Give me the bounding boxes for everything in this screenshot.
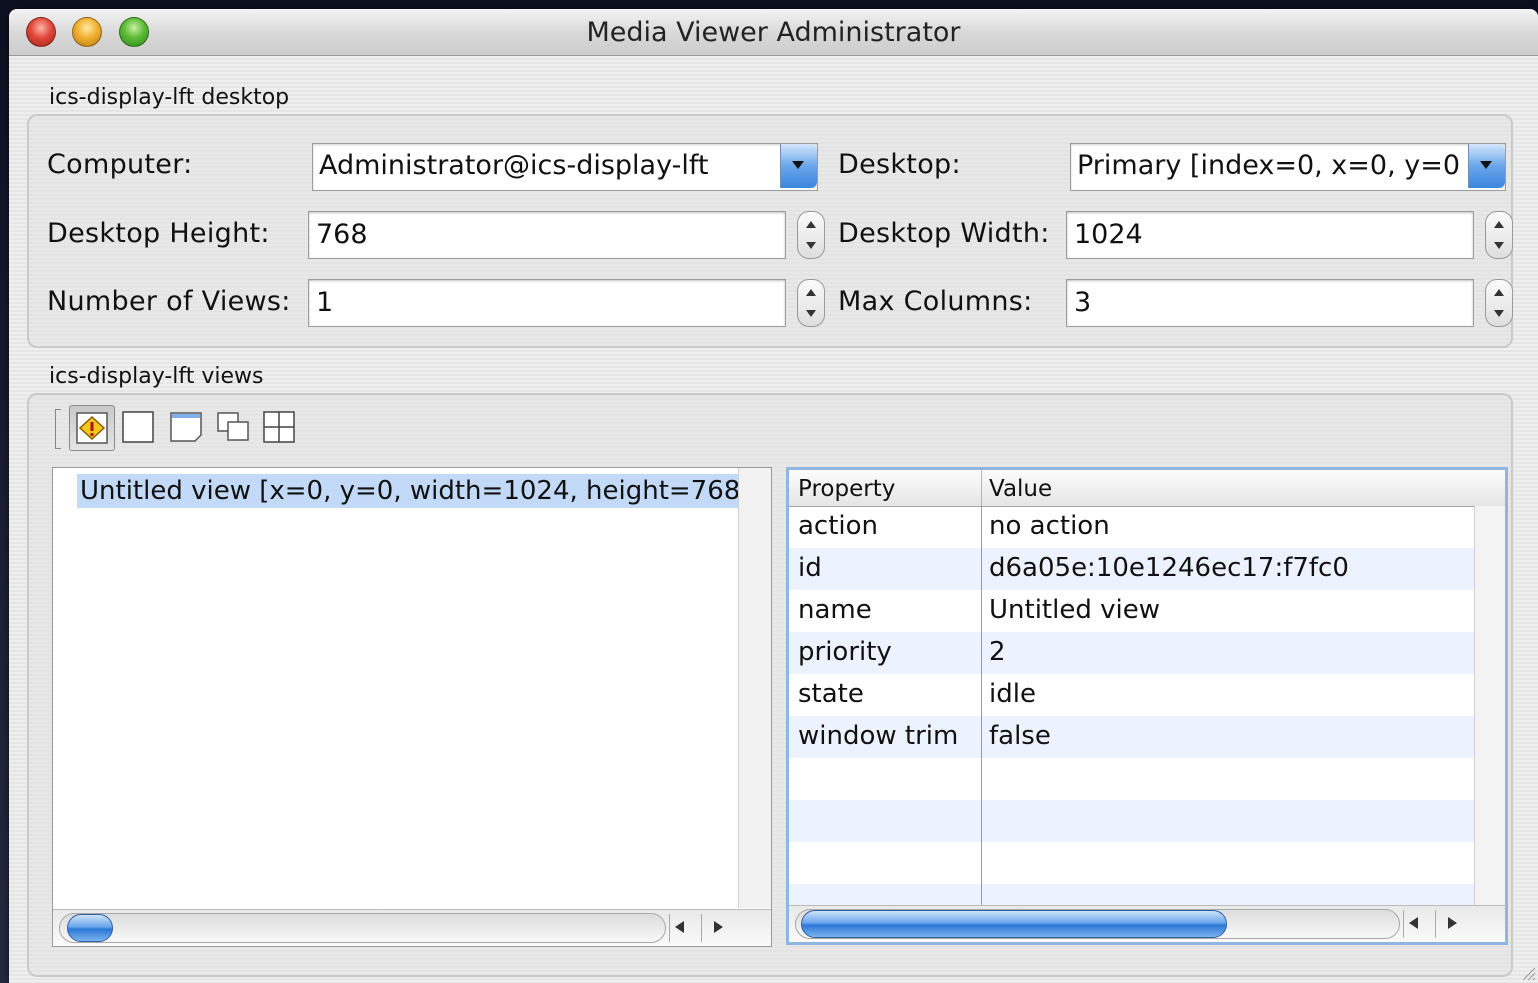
- table-row[interactable]: name Untitled view: [789, 590, 1474, 632]
- vertical-scrollbar-track[interactable]: [1474, 506, 1505, 910]
- max-columns-stepper[interactable]: [1485, 279, 1513, 327]
- value-column-header[interactable]: Value: [989, 476, 1052, 502]
- grid-views-icon[interactable]: [257, 405, 301, 449]
- empty-table-row: [789, 842, 1474, 884]
- title-bar[interactable]: Media Viewer Administrator: [9, 9, 1538, 56]
- window-view-icon[interactable]: [163, 405, 207, 449]
- scrollbar-track[interactable]: [59, 913, 666, 943]
- window-title: Media Viewer Administrator: [586, 17, 961, 48]
- desktop-combo[interactable]: Primary [index=0, x=0, y=0: [1070, 143, 1506, 191]
- table-row[interactable]: action no action: [789, 506, 1474, 548]
- value-cell[interactable]: 2: [989, 637, 1006, 667]
- warning-view-icon[interactable]: [69, 405, 115, 451]
- value-cell[interactable]: idle: [989, 679, 1036, 709]
- chevron-down-icon[interactable]: [1468, 144, 1505, 188]
- column-divider: [981, 506, 982, 910]
- value-cell[interactable]: no action: [989, 511, 1110, 541]
- max-columns-value: 3: [1074, 287, 1092, 318]
- property-cell: name: [798, 595, 872, 625]
- property-cell: id: [798, 553, 822, 583]
- max-columns-label: Max Columns:: [838, 286, 1033, 317]
- main-window: Media Viewer Administrator ics-display-l…: [9, 9, 1538, 983]
- property-cell: state: [798, 679, 864, 709]
- table-row[interactable]: window trim false: [789, 716, 1474, 758]
- number-of-views-field[interactable]: 1: [308, 279, 786, 327]
- overlap-views-icon[interactable]: [210, 405, 254, 449]
- horizontal-scrollbar[interactable]: [789, 905, 1505, 942]
- views-list[interactable]: Untitled view [x=0, y=0, width=1024, hei…: [52, 467, 772, 947]
- computer-combo-value: Administrator@ics-display-lft: [319, 150, 709, 181]
- desktop-width-field[interactable]: 1024: [1066, 211, 1474, 259]
- desktop-height-label: Desktop Height:: [47, 218, 270, 249]
- vertical-scrollbar-track[interactable]: [738, 468, 771, 908]
- value-cell[interactable]: false: [989, 721, 1051, 751]
- scroll-left-arrow-icon[interactable]: [675, 921, 684, 933]
- scrollbar-thumb[interactable]: [67, 914, 113, 942]
- property-column-header[interactable]: Property: [798, 476, 895, 502]
- max-columns-field[interactable]: 3: [1066, 279, 1474, 327]
- property-table[interactable]: Property Value action no action id d6a05…: [786, 467, 1508, 945]
- desktop-height-field[interactable]: 768: [308, 211, 786, 259]
- table-row[interactable]: priority 2: [789, 632, 1474, 674]
- scrollbar-thumb[interactable]: [801, 910, 1227, 938]
- number-of-views-value: 1: [316, 287, 334, 318]
- desktop-label: Desktop:: [838, 149, 961, 180]
- table-row[interactable]: state idle: [789, 674, 1474, 716]
- computer-label: Computer:: [47, 149, 193, 180]
- table-header: Property Value: [789, 470, 1505, 507]
- desktop-group-title: ics-display-lft desktop: [49, 85, 290, 110]
- number-of-views-label: Number of Views:: [47, 286, 291, 317]
- value-cell[interactable]: Untitled view: [989, 595, 1160, 625]
- property-cell: priority: [798, 637, 892, 667]
- toolbar-grip[interactable]: [55, 409, 61, 449]
- desktop-width-value: 1024: [1074, 219, 1143, 250]
- empty-table-row: [789, 758, 1474, 800]
- value-cell[interactable]: d6a05e:10e1246ec17:f7fc0: [989, 553, 1349, 583]
- desktop-width-stepper[interactable]: [1485, 211, 1513, 259]
- horizontal-scrollbar[interactable]: [53, 909, 771, 946]
- scroll-right-arrow-icon[interactable]: [714, 921, 723, 933]
- computer-combo[interactable]: Administrator@ics-display-lft: [312, 143, 818, 191]
- scroll-left-arrow-icon[interactable]: [1409, 917, 1418, 929]
- list-item[interactable]: Untitled view [x=0, y=0, width=1024, hei…: [77, 474, 754, 508]
- desktop-height-stepper[interactable]: [797, 211, 825, 259]
- resize-grip-icon[interactable]: [1520, 965, 1536, 981]
- table-row[interactable]: id d6a05e:10e1246ec17:f7fc0: [789, 548, 1474, 590]
- property-cell: window trim: [798, 721, 959, 751]
- scroll-right-arrow-icon[interactable]: [1448, 917, 1457, 929]
- number-of-views-stepper[interactable]: [797, 279, 825, 327]
- empty-table-row: [789, 800, 1474, 842]
- property-cell: action: [798, 511, 879, 541]
- chevron-down-icon[interactable]: [780, 144, 817, 188]
- desktop-height-value: 768: [316, 219, 368, 250]
- views-group-title: ics-display-lft views: [49, 364, 264, 389]
- blank-view-icon[interactable]: [116, 405, 160, 449]
- desktop-combo-value: Primary [index=0, x=0, y=0: [1077, 150, 1461, 181]
- desktop-width-label: Desktop Width:: [838, 218, 1050, 249]
